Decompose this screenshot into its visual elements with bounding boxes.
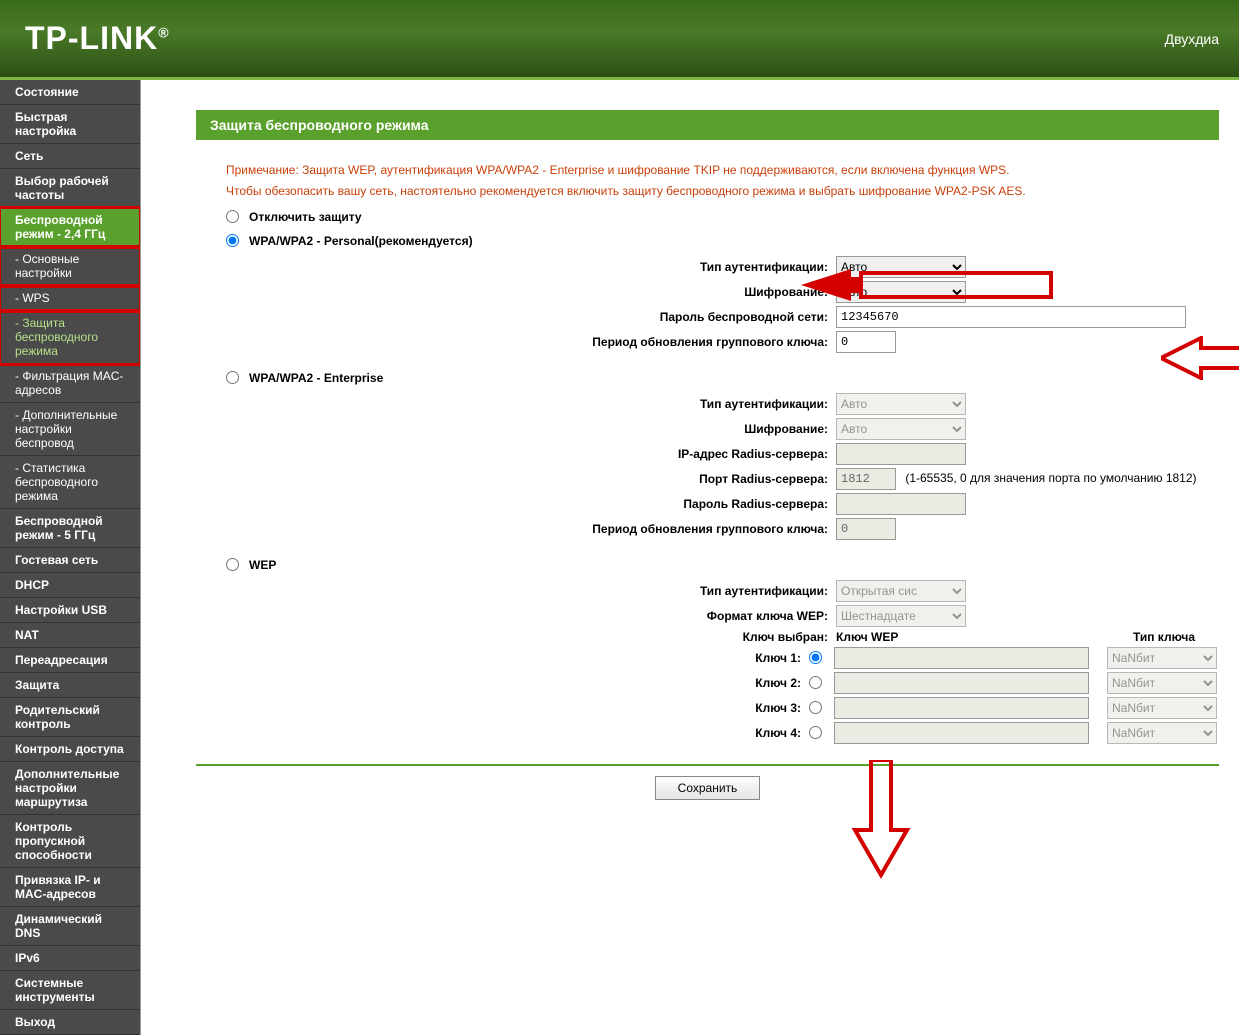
label-ent-period: Период обновления группового ключа: xyxy=(196,522,836,536)
sidebar-item-14[interactable]: Настройки USB xyxy=(0,598,140,623)
logo: TP-LINK® xyxy=(25,20,170,57)
wep-key-label-3: Ключ 3: xyxy=(196,701,809,715)
wep-key-row-3: Ключ 3: NaNбит xyxy=(196,697,1219,719)
radio-wep[interactable] xyxy=(226,558,239,571)
wep-key-label-1: Ключ 1: xyxy=(196,651,809,665)
radio-disable-security[interactable] xyxy=(226,210,239,223)
wep-key-row-2: Ключ 2: NaNбит xyxy=(196,672,1219,694)
sidebar-item-12[interactable]: Гостевая сеть xyxy=(0,548,140,573)
wep-key-input-2 xyxy=(834,672,1089,694)
wep-key-label-4: Ключ 4: xyxy=(196,726,809,740)
select-wep-fmt: Шестнадцате xyxy=(836,605,966,627)
sidebar: СостояниеБыстрая настройкаСетьВыбор рабо… xyxy=(0,80,140,1035)
label-radius-pwd: Пароль Radius-сервера: xyxy=(196,497,836,511)
input-radius-port xyxy=(836,468,896,490)
page-title: Защита беспроводного режима xyxy=(196,110,1219,140)
col-header-wep-key: Ключ WEP xyxy=(836,630,1091,644)
wep-key-input-1 xyxy=(834,647,1089,669)
sidebar-item-24[interactable]: IPv6 xyxy=(0,946,140,971)
select-wep-auth: Открытая сис xyxy=(836,580,966,602)
sidebar-item-5[interactable]: - Основные настройки xyxy=(0,247,140,286)
sidebar-item-19[interactable]: Контроль доступа xyxy=(0,737,140,762)
sidebar-item-21[interactable]: Контроль пропускной способности xyxy=(0,815,140,868)
select-ent-auth: Авто xyxy=(836,393,966,415)
main-content: Защита беспроводного режима Примечание: … xyxy=(140,80,1239,1035)
radio-wpa-personal[interactable] xyxy=(226,234,239,247)
sidebar-item-20[interactable]: Дополнительные настройки маршрутиза xyxy=(0,762,140,815)
sidebar-item-18[interactable]: Родительский контроль xyxy=(0,698,140,737)
warning-note-1: Примечание: Защита WEP, аутентификация W… xyxy=(226,162,1219,179)
input-radius-ip xyxy=(836,443,966,465)
input-wireless-password[interactable] xyxy=(836,306,1186,328)
label-personal-enc: Шифрование: xyxy=(196,285,836,299)
label-personal-password: Пароль беспроводной сети: xyxy=(196,310,836,324)
label-wpa-personal: WPA/WPA2 - Personal(рекомендуется) xyxy=(249,234,473,248)
input-radius-pwd xyxy=(836,493,966,515)
label-wpa-enterprise: WPA/WPA2 - Enterprise xyxy=(249,371,383,385)
wep-key-radio-4[interactable] xyxy=(809,726,822,739)
sidebar-item-0[interactable]: Состояние xyxy=(0,80,140,105)
sidebar-item-4[interactable]: Беспроводной режим - 2,4 ГГц xyxy=(0,208,140,247)
hint-radius-port: (1-65535, 0 для значения порта по умолча… xyxy=(905,471,1196,485)
logo-text: TP-LINK xyxy=(25,20,158,56)
label-personal-auth: Тип аутентификации: xyxy=(196,260,836,274)
wep-key-type-2: NaNбит xyxy=(1107,672,1217,694)
wep-key-row-1: Ключ 1: NaNбит xyxy=(196,647,1219,669)
sidebar-item-22[interactable]: Привязка IP- и MAC-адресов xyxy=(0,868,140,907)
wep-key-radio-3[interactable] xyxy=(809,701,822,714)
label-ent-enc: Шифрование: xyxy=(196,422,836,436)
wep-key-radio-2[interactable] xyxy=(809,676,822,689)
sidebar-item-25[interactable]: Системные инструменты xyxy=(0,971,140,1010)
input-ent-period xyxy=(836,518,896,540)
wep-key-input-4 xyxy=(834,722,1089,744)
input-personal-period[interactable] xyxy=(836,331,896,353)
header: TP-LINK® Двухдиа xyxy=(0,0,1239,80)
label-wep-fmt: Формат ключа WEP: xyxy=(196,609,836,623)
sidebar-item-26[interactable]: Выход xyxy=(0,1010,140,1035)
label-ent-auth: Тип аутентификации: xyxy=(196,397,836,411)
header-subtitle: Двухдиа xyxy=(1165,31,1219,47)
wep-key-row-4: Ключ 4: NaNбит xyxy=(196,722,1219,744)
select-personal-auth[interactable]: Авто xyxy=(836,256,966,278)
sidebar-item-8[interactable]: - Фильтрация MAC-адресов xyxy=(0,364,140,403)
sidebar-item-3[interactable]: Выбор рабочей частоты xyxy=(0,169,140,208)
sidebar-item-9[interactable]: - Дополнительные настройки беспровод xyxy=(0,403,140,456)
sidebar-item-11[interactable]: Беспроводной режим - 5 ГГц xyxy=(0,509,140,548)
sidebar-item-16[interactable]: Переадресация xyxy=(0,648,140,673)
sidebar-item-15[interactable]: NAT xyxy=(0,623,140,648)
select-ent-enc: Авто xyxy=(836,418,966,440)
col-header-key-type: Тип ключа xyxy=(1109,630,1219,644)
label-wep: WEP xyxy=(249,558,276,572)
wep-key-label-2: Ключ 2: xyxy=(196,676,809,690)
sidebar-item-6[interactable]: - WPS xyxy=(0,286,140,311)
logo-reg: ® xyxy=(158,24,169,40)
label-disable-security: Отключить защиту xyxy=(249,210,362,224)
sidebar-item-17[interactable]: Защита xyxy=(0,673,140,698)
sidebar-item-7[interactable]: - Защита беспроводного режима xyxy=(0,311,140,364)
label-personal-period: Период обновления группового ключа: xyxy=(196,335,836,349)
sidebar-item-13[interactable]: DHCP xyxy=(0,573,140,598)
label-wep-selected: Ключ выбран: xyxy=(196,630,836,644)
select-personal-enc[interactable]: Авто xyxy=(836,281,966,303)
sidebar-item-1[interactable]: Быстрая настройка xyxy=(0,105,140,144)
wep-key-type-3: NaNбит xyxy=(1107,697,1217,719)
wep-key-type-1: NaNбит xyxy=(1107,647,1217,669)
sidebar-item-23[interactable]: Динамический DNS xyxy=(0,907,140,946)
save-button[interactable]: Сохранить xyxy=(655,776,761,800)
wep-key-type-4: NaNбит xyxy=(1107,722,1217,744)
wep-key-radio-1[interactable] xyxy=(809,651,822,664)
label-wep-auth: Тип аутентификации: xyxy=(196,584,836,598)
label-radius-port: Порт Radius-сервера: xyxy=(196,472,836,486)
warning-note-2: Чтобы обезопасить вашу сеть, настоятельн… xyxy=(226,183,1219,200)
wep-key-input-3 xyxy=(834,697,1089,719)
sidebar-item-2[interactable]: Сеть xyxy=(0,144,140,169)
divider xyxy=(196,764,1219,766)
radio-wpa-enterprise[interactable] xyxy=(226,371,239,384)
label-radius-ip: IP-адрес Radius-сервера: xyxy=(196,447,836,461)
sidebar-item-10[interactable]: - Статистика беспроводного режима xyxy=(0,456,140,509)
